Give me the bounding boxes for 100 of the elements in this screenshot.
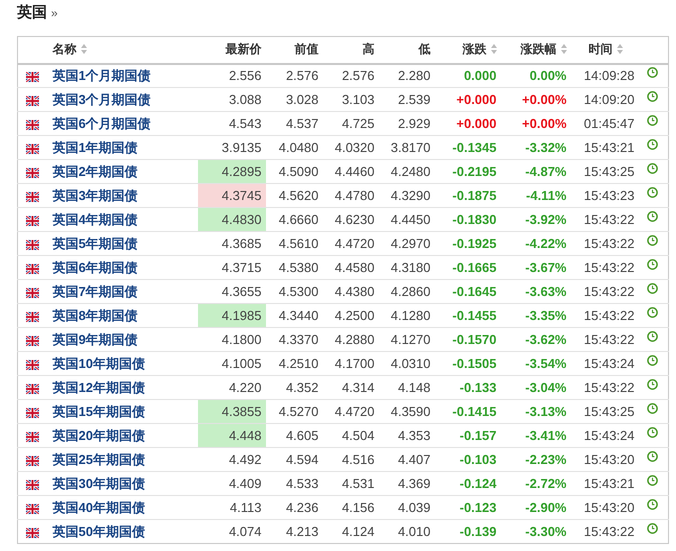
clock-icon[interactable] — [646, 67, 658, 78]
flag-icon — [26, 408, 40, 418]
change-cell: +0.000 — [434, 112, 500, 136]
clock-icon[interactable] — [646, 307, 658, 318]
bond-link[interactable]: 英国4年期国债 — [52, 212, 138, 226]
table-cell: 4.2860 — [378, 280, 434, 304]
time-cell: 15:43:20 — [570, 448, 640, 472]
bond-link[interactable]: 英国40年期国债 — [52, 500, 145, 514]
bond-link[interactable]: 英国30年期国债 — [52, 476, 145, 490]
bond-link[interactable]: 英国3个月期国债 — [52, 92, 151, 106]
clock-icon[interactable] — [646, 187, 658, 198]
bond-link[interactable]: 英国12年期国债 — [52, 380, 145, 394]
clock-icon[interactable] — [646, 523, 658, 534]
time-cell: 15:43:22 — [570, 520, 640, 544]
clock-icon[interactable] — [646, 163, 658, 174]
column-header[interactable]: 涨跌幅 — [500, 36, 570, 64]
clock-icon[interactable] — [646, 403, 658, 414]
bond-link[interactable]: 英国25年期国债 — [52, 452, 145, 466]
bond-link[interactable]: 英国2年期国债 — [52, 164, 138, 178]
sort-icon — [490, 44, 496, 54]
table-cell: 4.1700 — [322, 352, 378, 376]
table-cell: 4.504 — [322, 424, 378, 448]
table-cell: 4.5610 — [266, 232, 322, 256]
price-cell: 4.3855 — [198, 400, 266, 424]
change-percent-cell: -3.92% — [500, 208, 570, 232]
clock-icon[interactable] — [646, 211, 658, 222]
table-cell: 4.369 — [378, 472, 434, 496]
table-cell: 4.5300 — [266, 280, 322, 304]
time-cell: 15:43:25 — [570, 400, 640, 424]
clock-icon[interactable] — [646, 139, 658, 150]
table-cell: 3.028 — [266, 88, 322, 112]
sort-icon — [560, 44, 566, 54]
clock-icon[interactable] — [646, 235, 658, 246]
clock-icon[interactable] — [646, 283, 658, 294]
table-cell: 4.4720 — [322, 400, 378, 424]
table-cell: 4.4450 — [378, 208, 434, 232]
clock-icon[interactable] — [646, 331, 658, 342]
change-percent-cell: -2.23% — [500, 448, 570, 472]
bond-link[interactable]: 英国6年期国债 — [52, 260, 138, 274]
price-cell: 4.220 — [198, 376, 266, 400]
clock-icon[interactable] — [646, 379, 658, 390]
flag-icon — [26, 336, 40, 346]
bond-link[interactable]: 英国8年期国债 — [52, 308, 138, 322]
table-cell: 4.314 — [322, 376, 378, 400]
bond-link[interactable]: 英国9年期国债 — [52, 332, 138, 346]
table-cell: 4.156 — [322, 496, 378, 520]
bond-link[interactable]: 英国3年期国债 — [52, 188, 138, 202]
bond-link[interactable]: 英国7年期国债 — [52, 284, 138, 298]
clock-icon[interactable] — [646, 115, 658, 126]
column-header[interactable]: 名称 — [48, 36, 198, 64]
clock-icon[interactable] — [646, 259, 658, 270]
page-title: 英国 — [17, 3, 47, 22]
table-cell: 4.4380 — [322, 280, 378, 304]
clock-icon[interactable] — [646, 451, 658, 462]
table-cell: 4.236 — [266, 496, 322, 520]
change-cell: -0.1925 — [434, 232, 500, 256]
table-cell: 4.352 — [266, 376, 322, 400]
bond-link[interactable]: 英国15年期国债 — [52, 404, 145, 418]
time-cell: 14:09:28 — [570, 64, 640, 88]
clock-icon[interactable] — [646, 499, 658, 510]
column-header[interactable]: 时间 — [570, 36, 640, 64]
clock-icon[interactable] — [646, 355, 658, 366]
price-cell: 4.2895 — [198, 160, 266, 184]
table-cell: 4.3590 — [378, 400, 434, 424]
bond-link[interactable]: 英国10年期国债 — [52, 356, 145, 370]
table-cell: 4.3180 — [378, 256, 434, 280]
flag-icon — [26, 120, 40, 130]
price-cell: 4.113 — [198, 496, 266, 520]
table-cell: 4.010 — [378, 520, 434, 544]
more-link[interactable]: » — [51, 6, 58, 20]
change-percent-cell: -3.35% — [500, 304, 570, 328]
table-cell: 4.594 — [266, 448, 322, 472]
column-header[interactable]: 涨跌 — [434, 36, 500, 64]
clock-icon[interactable] — [646, 475, 658, 486]
flag-icon — [26, 264, 40, 274]
change-percent-cell: -3.30% — [500, 520, 570, 544]
flag-icon — [26, 456, 40, 466]
change-cell: -0.123 — [434, 496, 500, 520]
price-cell: 3.088 — [198, 88, 266, 112]
clock-icon[interactable] — [646, 427, 658, 438]
bond-link[interactable]: 英国5年期国债 — [52, 236, 138, 250]
bond-link[interactable]: 英国6个月期国债 — [52, 116, 151, 130]
change-cell: -0.2195 — [434, 160, 500, 184]
time-cell: 15:43:22 — [570, 256, 640, 280]
change-cell: -0.124 — [434, 472, 500, 496]
table-cell: 4.0320 — [322, 136, 378, 160]
column-header: 前值 — [266, 36, 322, 64]
change-cell: -0.1570 — [434, 328, 500, 352]
time-cell: 15:43:25 — [570, 160, 640, 184]
table-cell: 2.280 — [378, 64, 434, 88]
bond-link[interactable]: 英国1个月期国债 — [52, 68, 151, 83]
table-cell: 4.531 — [322, 472, 378, 496]
change-percent-cell: -3.04% — [500, 376, 570, 400]
clock-icon[interactable] — [646, 91, 658, 102]
time-cell: 15:43:22 — [570, 376, 640, 400]
bond-link[interactable]: 英国1年期国债 — [52, 140, 138, 154]
change-cell: -0.1415 — [434, 400, 500, 424]
flag-icon — [26, 480, 40, 490]
bond-link[interactable]: 英国50年期国债 — [52, 524, 145, 538]
bond-link[interactable]: 英国20年期国债 — [52, 428, 145, 442]
